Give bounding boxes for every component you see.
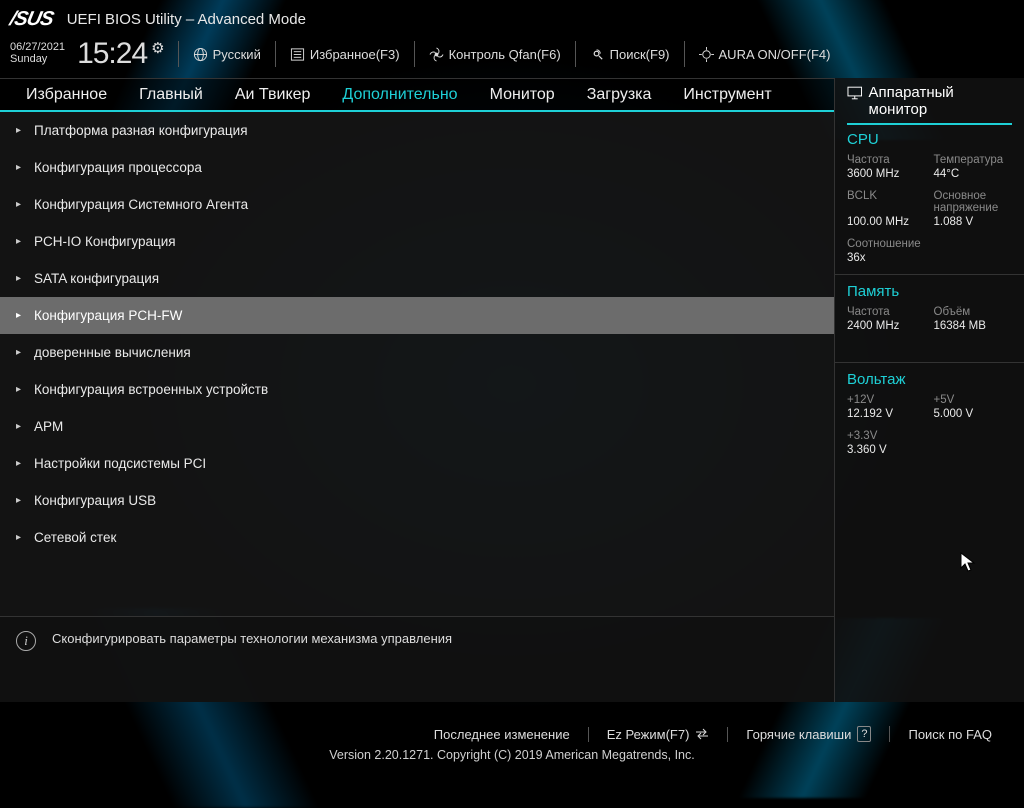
- footer: Последнее изменение Ez Режим(F7) Горячие…: [0, 702, 1024, 768]
- ratio-value: 36x: [847, 252, 926, 264]
- fan-icon: [429, 47, 444, 62]
- globe-icon: [193, 47, 208, 62]
- v5-value: 5.000 V: [934, 408, 1013, 420]
- mem-cap-label: Объём: [934, 306, 1013, 318]
- ez-mode-label: Ez Режим(F7): [607, 727, 690, 742]
- v12-label: +12V: [847, 394, 926, 406]
- aura-label: AURA ON/OFF(F4): [719, 47, 831, 62]
- menu-item[interactable]: доверенные вычисления: [0, 334, 834, 371]
- search-button[interactable]: Поиск(F9): [590, 47, 670, 62]
- search-label: Поиск(F9): [610, 47, 670, 62]
- qfan-label: Контроль Qfan(F6): [449, 47, 561, 62]
- language-label: Русский: [213, 47, 261, 62]
- ez-mode-button[interactable]: Ez Режим(F7): [589, 727, 729, 742]
- help-text: Сконфигурировать параметры технологии ме…: [52, 631, 452, 646]
- hotkeys-button[interactable]: Горячие клавиши ?: [728, 726, 890, 742]
- gear-icon[interactable]: ⚙: [151, 39, 163, 57]
- list-icon: [290, 47, 305, 62]
- help-bar: i Сконфигурировать параметры технологии …: [0, 616, 834, 702]
- tab-1[interactable]: Главный: [123, 78, 219, 112]
- question-key-icon: ?: [857, 726, 871, 742]
- cpu-freq-value: 3600 MHz: [847, 168, 926, 180]
- hw-monitor-title: Аппаратный монитор: [869, 84, 1013, 119]
- copyright-text: Version 2.20.1271. Copyright (C) 2019 Am…: [329, 748, 694, 762]
- clock[interactable]: 15:24 ⚙: [77, 37, 164, 71]
- menu-item[interactable]: Конфигурация встроенных устройств: [0, 371, 834, 408]
- time-value: 15:24: [77, 37, 147, 71]
- cpu-freq-label: Частота: [847, 154, 926, 166]
- cpu-temp-value: 44°C: [934, 168, 1013, 180]
- favorites-label: Избранное(F3): [310, 47, 400, 62]
- day-text: Sunday: [10, 54, 65, 66]
- cpu-temp-label: Температура: [934, 154, 1013, 166]
- menu-item[interactable]: Конфигурация процессора: [0, 149, 834, 186]
- qfan-button[interactable]: Контроль Qfan(F6): [429, 47, 561, 62]
- tab-bar: ИзбранноеГлавныйАи ТвикерДополнительноМо…: [0, 78, 834, 112]
- main-panel: Платформа разная конфигурацияКонфигураци…: [0, 112, 834, 702]
- search-icon: [590, 47, 605, 62]
- bclk-value: 100.00 MHz: [847, 216, 926, 228]
- faq-button[interactable]: Поиск по FAQ: [890, 727, 992, 742]
- last-modified-button[interactable]: Последнее изменение: [416, 727, 589, 742]
- info-icon: i: [16, 631, 36, 651]
- tab-3[interactable]: Дополнительно: [326, 78, 473, 112]
- tab-0[interactable]: Избранное: [10, 78, 123, 112]
- tab-4[interactable]: Монитор: [474, 78, 571, 112]
- aura-button[interactable]: AURA ON/OFF(F4): [699, 47, 831, 62]
- v33-label: +3.3V: [847, 430, 926, 442]
- mem-cap-value: 16384 MB: [934, 320, 1013, 332]
- voltage-section-title: Вольтаж: [847, 371, 1012, 388]
- menu-item[interactable]: APM: [0, 408, 834, 445]
- bclk-label: BCLK: [847, 190, 926, 214]
- memory-section-title: Память: [847, 283, 1012, 300]
- menu-item[interactable]: Конфигурация USB: [0, 482, 834, 519]
- v5-label: +5V: [934, 394, 1013, 406]
- menu-list: Платформа разная конфигурацияКонфигураци…: [0, 112, 834, 616]
- tab-6[interactable]: Инструмент: [667, 78, 771, 112]
- language-button[interactable]: Русский: [193, 47, 261, 62]
- mem-freq-label: Частота: [847, 306, 926, 318]
- aura-icon: [699, 47, 714, 62]
- menu-item[interactable]: SATA конфигурация: [0, 260, 834, 297]
- swap-icon: [695, 728, 709, 740]
- date-block: 06/27/2021 Sunday: [10, 42, 69, 65]
- menu-item[interactable]: Настройки подсистемы PCI: [0, 445, 834, 482]
- mem-freq-value: 2400 MHz: [847, 320, 926, 332]
- menu-item[interactable]: Конфигурация Системного Агента: [0, 186, 834, 223]
- cpu-section-title: CPU: [847, 131, 1012, 148]
- header: /SUS UEFI BIOS Utility – Advanced Mode 0…: [0, 0, 1024, 78]
- menu-item[interactable]: Сетевой стек: [0, 519, 834, 556]
- ratio-label: Соотношение: [847, 238, 926, 250]
- vcore-label: Основное напряжение: [934, 190, 1013, 214]
- hw-monitor-panel: Аппаратный монитор CPU Частота Температу…: [834, 78, 1024, 702]
- menu-item[interactable]: Платформа разная конфигурация: [0, 112, 834, 149]
- favorites-button[interactable]: Избранное(F3): [290, 47, 400, 62]
- tab-5[interactable]: Загрузка: [571, 78, 668, 112]
- menu-item[interactable]: PCH-IO Конфигурация: [0, 223, 834, 260]
- app-title: UEFI BIOS Utility – Advanced Mode: [67, 11, 306, 28]
- menu-item[interactable]: Конфигурация PCH-FW: [0, 297, 834, 334]
- hotkeys-label: Горячие клавиши: [746, 727, 851, 742]
- brand-logo: /SUS: [8, 8, 56, 31]
- v33-value: 3.360 V: [847, 444, 926, 456]
- vcore-value: 1.088 V: [934, 216, 1013, 228]
- v12-value: 12.192 V: [847, 408, 926, 420]
- monitor-icon: [847, 86, 863, 100]
- tab-2[interactable]: Аи Твикер: [219, 78, 327, 112]
